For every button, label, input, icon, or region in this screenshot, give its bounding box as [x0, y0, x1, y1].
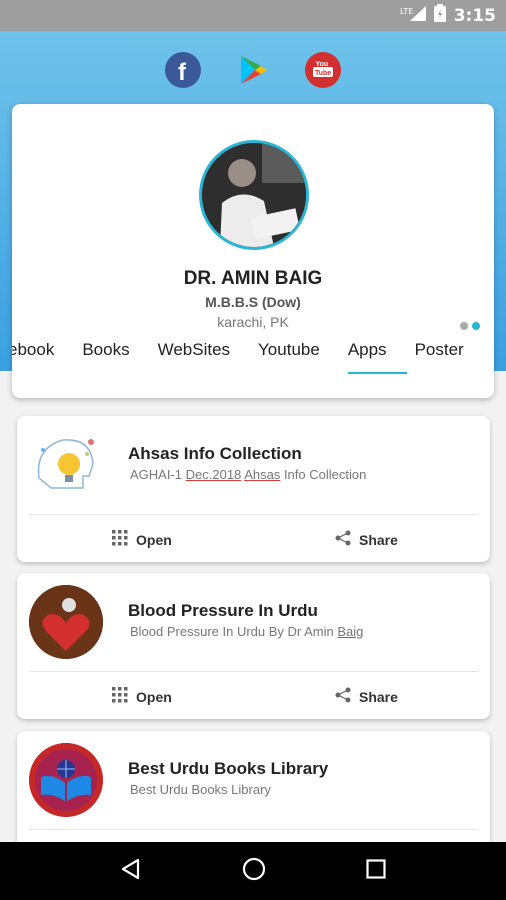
profile-name: DR. AMIN BAIG — [183, 268, 323, 289]
tab-bar: ebook Books WebSites Youtube Apps Poster — [12, 340, 478, 376]
grid-icon — [112, 530, 128, 549]
share-icon — [335, 530, 351, 549]
app-card[interactable]: Best Urdu Books Library Best Urdu Books … — [17, 731, 490, 842]
open-label: Open — [136, 531, 172, 548]
tab-websites[interactable]: WebSites — [144, 340, 244, 376]
share-button[interactable]: Share — [335, 687, 398, 706]
battery-icon — [433, 4, 446, 27]
book-globe-icon — [29, 743, 103, 817]
profile-degree: M.B.B.S (Dow) — [205, 294, 301, 310]
app-subtitle: Blood Pressure In Urdu By Dr Amin Baig — [130, 624, 364, 639]
clock: 3:15 — [453, 5, 496, 26]
tab-apps[interactable]: Apps — [334, 340, 407, 376]
share-button[interactable]: Share — [335, 530, 398, 549]
app-title: Blood Pressure In Urdu — [128, 601, 318, 620]
app-title: Ahsas Info Collection — [128, 444, 302, 463]
back-icon[interactable] — [120, 858, 142, 885]
svg-text:f: f — [178, 59, 187, 86]
profile-card: DR. AMIN BAIG M.B.B.S (Dow) karachi, PK … — [12, 104, 494, 398]
tab-ebook[interactable]: ebook — [12, 340, 68, 376]
navigation-bar — [0, 842, 506, 900]
svg-text:LTE: LTE — [400, 7, 413, 16]
app-subtitle: AGHAI-1 Dec.2018 Ahsas Info Collection — [130, 467, 367, 482]
svg-text:Tube: Tube — [315, 70, 331, 77]
share-label: Share — [359, 531, 398, 548]
divider — [29, 829, 478, 830]
heart-icon — [29, 585, 103, 659]
app-card[interactable]: Blood Pressure In Urdu Blood Pressure In… — [17, 573, 490, 719]
social-links: f You Tube — [0, 52, 506, 88]
svg-text:You: You — [316, 61, 329, 68]
play-store-icon[interactable] — [235, 52, 271, 88]
open-button[interactable]: Open — [112, 687, 172, 706]
tab-poster[interactable]: Poster — [401, 340, 478, 376]
facebook-icon[interactable]: f — [165, 52, 201, 88]
grid-icon — [112, 687, 128, 706]
tab-books[interactable]: Books — [68, 340, 143, 376]
profile-location: karachi, PK — [217, 314, 289, 330]
lightbulb-head-icon — [29, 428, 103, 502]
home-icon[interactable] — [242, 857, 266, 886]
lte-signal-icon: LTE — [400, 5, 426, 26]
share-icon — [335, 687, 351, 706]
youtube-icon[interactable]: You Tube — [305, 52, 341, 88]
open-label: Open — [136, 688, 172, 705]
profile-avatar — [199, 140, 309, 250]
page-indicator — [460, 322, 480, 330]
status-bar: LTE 3:15 — [0, 0, 506, 31]
app-title: Best Urdu Books Library — [128, 759, 329, 778]
open-button[interactable]: Open — [112, 530, 172, 549]
app-card[interactable]: Ahsas Info Collection AGHAI-1 Dec.2018 A… — [17, 416, 490, 562]
divider — [29, 671, 478, 672]
share-label: Share — [359, 688, 398, 705]
app-subtitle: Best Urdu Books Library — [130, 782, 271, 797]
page-dot-active — [472, 322, 480, 330]
page-dot — [460, 322, 468, 330]
divider — [29, 514, 478, 515]
recents-icon[interactable] — [366, 858, 386, 884]
tab-youtube[interactable]: Youtube — [244, 340, 334, 376]
